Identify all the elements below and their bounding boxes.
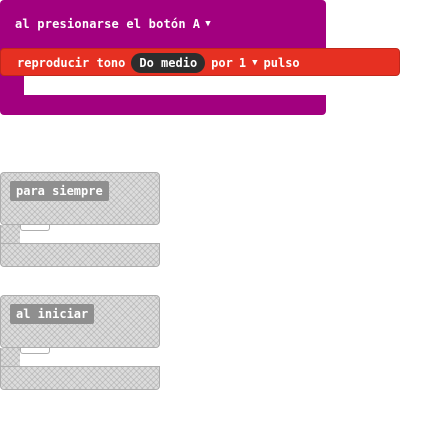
- on-button-pressed-foot: [0, 95, 326, 115]
- forever-body: [0, 225, 20, 243]
- blocks-workspace[interactable]: al presionarse el botón A ▼ reproducir t…: [0, 0, 438, 426]
- on-button-pressed-label: al presionarse el botón: [15, 17, 186, 31]
- caret-down-icon: ▼: [205, 19, 211, 29]
- play-tone-block[interactable]: reproducir tono Do medio por 1 ▼ pulso: [0, 48, 400, 76]
- play-tone-label: reproducir tono: [17, 56, 126, 70]
- beat-dropdown[interactable]: 1 ▼: [239, 56, 258, 70]
- on-start-label: al iniciar: [10, 304, 95, 324]
- caret-down-icon: ▼: [252, 58, 258, 68]
- forever-notch: [20, 225, 50, 231]
- on-button-pressed-header: al presionarse el botón A ▼: [15, 13, 211, 35]
- note-picker[interactable]: Do medio: [131, 53, 206, 73]
- play-tone-row: reproducir tono Do medio por 1 ▼ pulso: [17, 52, 300, 74]
- on-start-body: [0, 348, 20, 366]
- on-start-notch: [20, 348, 50, 354]
- play-tone-for-label: por: [211, 56, 233, 70]
- button-dropdown[interactable]: A ▼: [193, 17, 211, 31]
- forever-label: para siempre: [10, 181, 109, 201]
- forever-foot: [0, 243, 160, 267]
- on-button-pressed-block[interactable]: al presionarse el botón A ▼: [0, 0, 326, 55]
- beat-dropdown-value: 1: [238, 56, 247, 70]
- beat-unit-label: pulso: [263, 56, 300, 70]
- on-start-foot: [0, 366, 160, 390]
- button-dropdown-value: A: [192, 17, 201, 31]
